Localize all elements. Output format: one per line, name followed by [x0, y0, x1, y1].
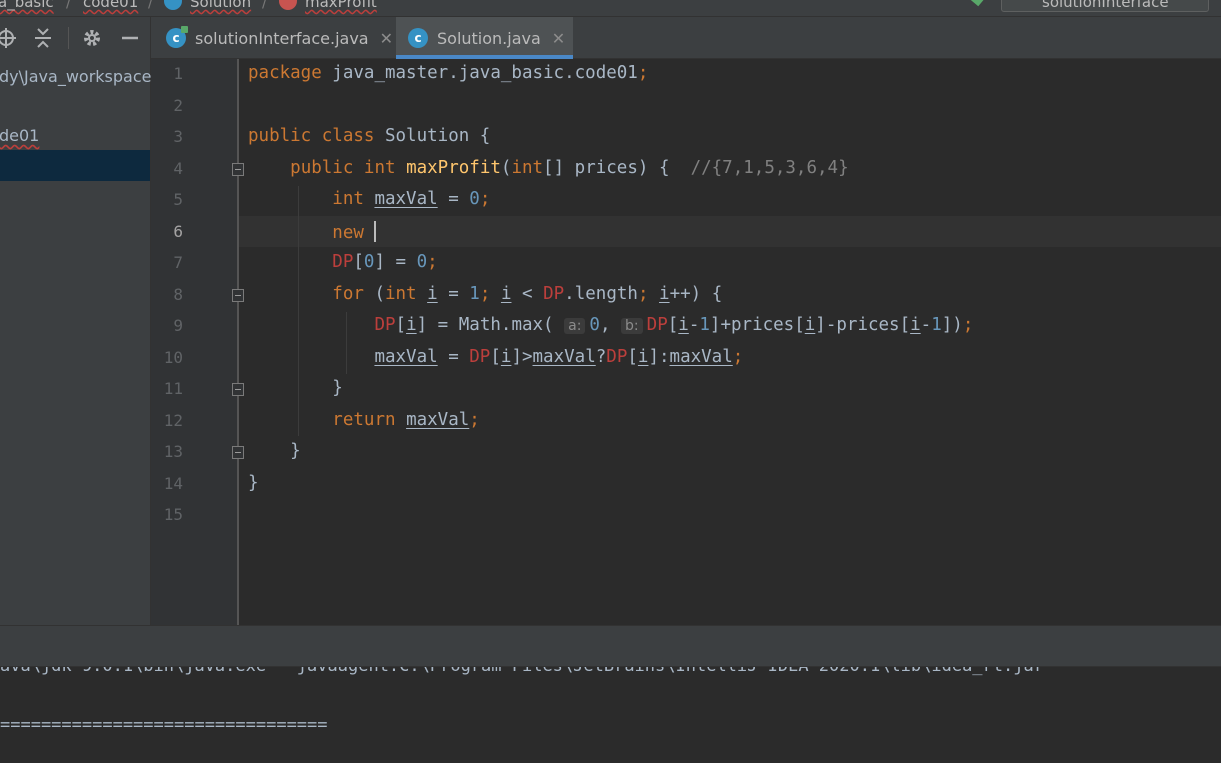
gear-icon[interactable] [80, 26, 104, 50]
project-panel: dy\Java_workspace de01 [0, 17, 151, 625]
line-number: 11 [163, 379, 183, 398]
console-separator-line: ================================ [0, 715, 328, 735]
line-number: 8 [173, 285, 183, 304]
tab-solutioninterface[interactable]: c solutionInterface.java ✕ [166, 17, 394, 59]
breadcrumb-separator: / [148, 0, 154, 11]
line-number: 9 [173, 316, 183, 335]
code-line-6: new [248, 221, 377, 243]
code-line-14: } [248, 473, 259, 493]
fold-marker-icon[interactable] [232, 383, 244, 396]
run-console[interactable]: ava\jdk-9.0.1\bin\java.exe "-javaagent:C… [0, 667, 1221, 763]
class-icon [164, 0, 182, 10]
breadcrumb-item-package[interactable]: a_basic [0, 0, 54, 11]
line-number: 10 [163, 348, 183, 367]
code-line-4: public int maxProfit(int[] prices) { //{… [290, 158, 849, 178]
fold-marker-icon[interactable] [232, 446, 244, 459]
tab-label: solutionInterface.java [195, 28, 369, 48]
line-number: 1 [173, 64, 183, 83]
param-hint-b: b: [621, 318, 643, 334]
code-line-5: int maxVal = 0; [332, 189, 491, 209]
folder-label: de01 [0, 126, 40, 145]
line-number: 2 [173, 96, 183, 115]
console-command-line: ava\jdk-9.0.1\bin\java.exe "-javaagent:C… [0, 667, 1044, 676]
editor-tab-bar: c solutionInterface.java ✕ c Solution.ja… [151, 17, 1221, 59]
code-line-1: package java_master.java_basic.code01; [248, 63, 649, 83]
project-folder-row[interactable]: de01 [0, 126, 39, 145]
code-line-8: for (int i = 1; i < DP.length; i++) { [332, 284, 723, 304]
build-hammer-icon[interactable] [970, 0, 984, 7]
line-number: 6 [173, 222, 183, 241]
project-selected-row[interactable] [0, 150, 150, 181]
run-configuration-selector[interactable]: solutionInterface [1001, 0, 1209, 12]
code-line-7: DP[0] = 0; [332, 252, 438, 272]
text-cursor [374, 221, 377, 242]
breadcrumb-separator: / [66, 0, 72, 11]
code-line-12: return maxVal; [332, 410, 480, 430]
fold-marker-icon[interactable] [232, 289, 244, 302]
breadcrumb-item-code01[interactable]: code01 [83, 0, 138, 11]
close-icon[interactable]: ✕ [552, 29, 565, 48]
line-number: 14 [163, 474, 183, 493]
run-configuration-label: solutionInterface [1042, 0, 1169, 11]
breadcrumb-item-solution[interactable]: Solution [190, 0, 251, 11]
tab-solution[interactable]: c Solution.java ✕ [396, 17, 573, 59]
locate-file-icon[interactable] [0, 26, 18, 50]
run-panel-header [0, 625, 1221, 667]
line-number: 4 [173, 159, 183, 178]
breadcrumb-separator: / [262, 0, 268, 11]
line-number: 13 [163, 442, 183, 461]
code-line-11: } [248, 378, 343, 398]
method-icon [279, 0, 297, 10]
code-line-10: maxVal = DP[i]>maxVal?DP[i]:maxVal; [374, 347, 744, 367]
param-hint-a: a: [564, 318, 586, 334]
breadcrumb-item-maxprofit[interactable]: maxProfit [305, 0, 377, 11]
line-number: 7 [173, 253, 183, 272]
code-line-3: public class Solution { [248, 126, 491, 146]
navigation-breadcrumb: a_basic / code01 / Solution / maxProfit … [0, 0, 1221, 17]
line-number: 12 [163, 411, 183, 430]
tab-label: Solution.java [437, 28, 541, 48]
project-path-row[interactable]: dy\Java_workspace [0, 67, 151, 86]
hide-panel-icon[interactable] [118, 26, 142, 50]
java-class-icon: c [408, 28, 428, 48]
project-toolbar [0, 17, 151, 59]
line-number: 3 [173, 127, 183, 146]
fold-marker-icon[interactable] [232, 163, 244, 176]
current-line-highlight [239, 216, 1221, 247]
java-class-icon: c [166, 26, 188, 48]
code-line-9: DP[i] = Math.max( a: 0, b: DP[i-1]+prices[… [374, 315, 974, 335]
line-number: 5 [173, 190, 183, 209]
toolbar-divider [68, 27, 69, 49]
collapse-all-icon[interactable] [31, 26, 55, 50]
close-icon[interactable]: ✕ [380, 29, 393, 48]
code-line-13: } [248, 441, 301, 461]
line-number: 15 [163, 505, 183, 524]
